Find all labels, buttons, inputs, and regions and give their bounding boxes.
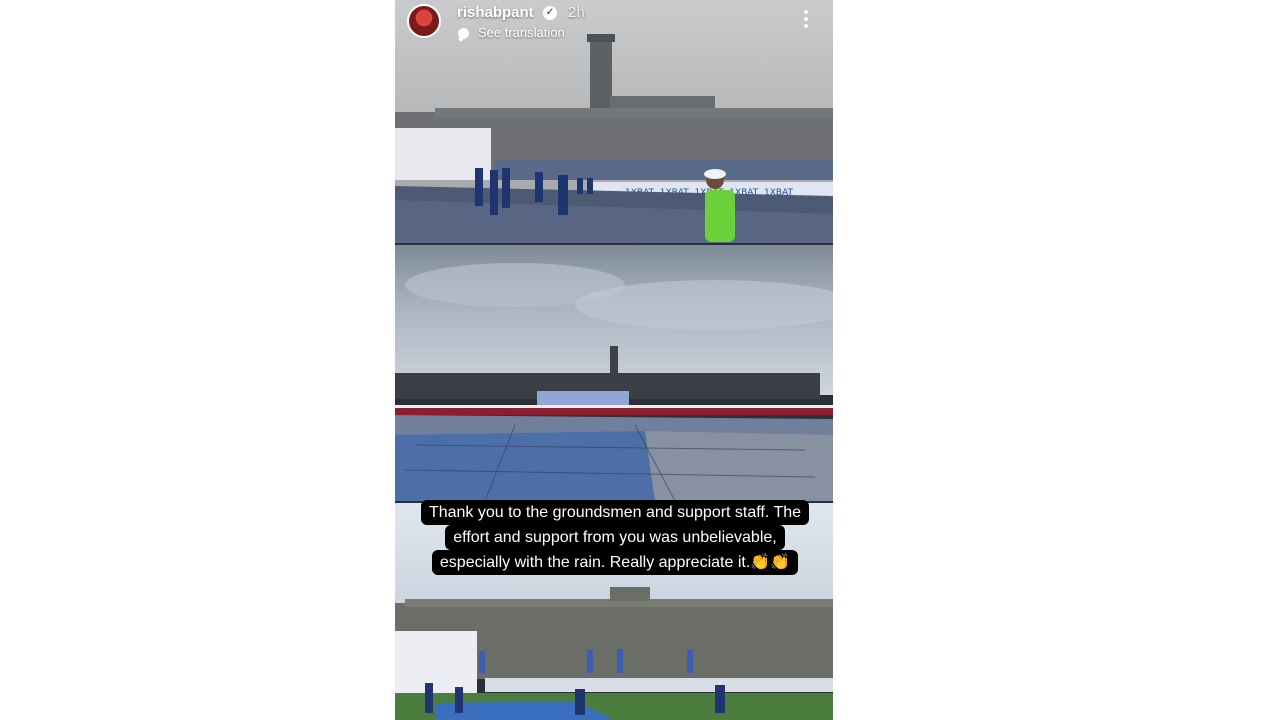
story-viewer[interactable]: 1XBAT 1XBAT 1XBAT 1XBAT 1XBAT	[395, 0, 833, 720]
story-header: rishabpant ✓ 2h See translation	[395, 0, 833, 50]
username[interactable]: rishabpant	[457, 4, 534, 21]
avatar[interactable]	[407, 4, 441, 38]
photo-covered-ground	[395, 245, 833, 501]
story-caption: Thank you to the groundsmen and support …	[415, 500, 815, 575]
post-time: 2h	[568, 4, 585, 21]
see-translation-link[interactable]: See translation	[478, 25, 565, 40]
caption-line-3: especially with the rain. Really appreci…	[431, 550, 799, 575]
verified-badge-icon: ✓	[543, 6, 557, 20]
caption-line-2: effort and support from you was unbeliev…	[445, 525, 785, 550]
translate-icon	[458, 28, 469, 39]
caption-line-1: Thank you to the groundsmen and support …	[420, 500, 810, 525]
more-options-icon[interactable]	[799, 10, 813, 32]
